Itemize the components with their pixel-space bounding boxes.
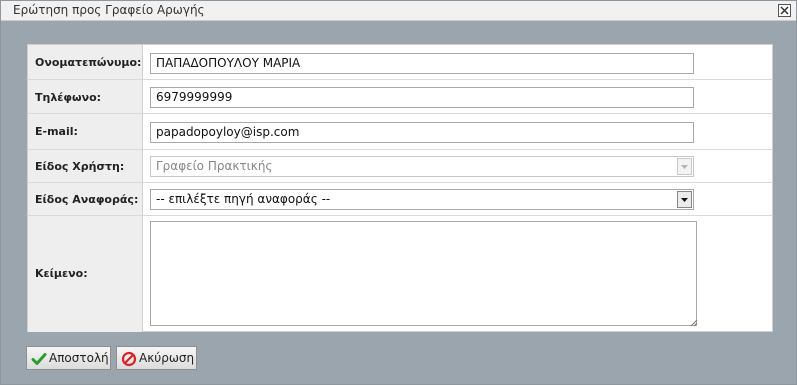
fullname-label: Ονοματεπώνυμο: xyxy=(35,56,142,69)
cancel-icon xyxy=(121,351,137,367)
form-row-phone: Τηλέφωνο: 6979999999 xyxy=(28,80,772,114)
user-type-selected: Γραφείο Πρακτικής xyxy=(156,159,273,173)
report-type-label: Είδος Αναφοράς: xyxy=(35,193,139,206)
submit-button-label: Αποστολή xyxy=(49,351,109,365)
dialog-title: Ερώτηση προς Γραφείο Αρωγής xyxy=(13,3,205,17)
report-type-selected: -- επιλέξτε πηγή αναφοράς -- xyxy=(156,192,331,206)
form-row-fullname: Ονοματεπώνυμο: ΠΑΠΑΔΟΠΟΥΛΟΥ ΜΑΡΙΑ xyxy=(28,45,772,80)
close-button[interactable] xyxy=(778,4,791,17)
chevron-down-icon xyxy=(681,165,688,169)
phone-input[interactable]: 6979999999 xyxy=(150,87,694,108)
cancel-button[interactable]: Ακύρωση xyxy=(116,346,197,370)
text-label: Κείμενο: xyxy=(35,267,88,280)
form-row-report-type: Είδος Αναφοράς: -- επιλέξτε πηγή αναφορά… xyxy=(28,183,772,216)
checkmark-icon xyxy=(31,353,47,365)
user-type-label: Είδος Χρήστη: xyxy=(35,160,125,173)
form-row-email: E-mail: papadopoyloy@isp.com xyxy=(28,114,772,150)
phone-label: Τηλέφωνο: xyxy=(35,91,102,104)
email-label: E-mail: xyxy=(35,125,78,138)
email-input[interactable]: papadopoyloy@isp.com xyxy=(150,122,694,143)
user-type-dropdown-arrow[interactable] xyxy=(677,158,692,175)
report-type-select[interactable]: -- επιλέξτε πηγή αναφοράς -- xyxy=(150,189,694,210)
form-row-user-type: Είδος Χρήστη: Γραφείο Πρακτικής xyxy=(28,150,772,183)
resize-grip-icon[interactable] xyxy=(690,319,698,327)
user-type-select[interactable]: Γραφείο Πρακτικής xyxy=(150,156,694,177)
form-row-text: Κείμενο: xyxy=(28,216,772,332)
chevron-down-icon xyxy=(681,198,688,202)
report-type-dropdown-arrow[interactable] xyxy=(677,191,692,208)
help-desk-dialog: Ερώτηση προς Γραφείο Αρωγής Ονοματεπώνυμ… xyxy=(0,0,797,385)
fullname-input[interactable]: ΠΑΠΑΔΟΠΟΥΛΟΥ ΜΑΡΙΑ xyxy=(150,53,694,74)
query-form: Ονοματεπώνυμο: ΠΑΠΑΔΟΠΟΥΛΟΥ ΜΑΡΙΑ Τηλέφω… xyxy=(27,44,773,332)
text-textarea[interactable] xyxy=(150,221,697,326)
submit-button[interactable]: Αποστολή xyxy=(26,346,111,370)
title-bar: Ερώτηση προς Γραφείο Αρωγής xyxy=(1,1,796,21)
close-icon xyxy=(780,6,789,15)
cancel-button-label: Ακύρωση xyxy=(139,351,195,365)
